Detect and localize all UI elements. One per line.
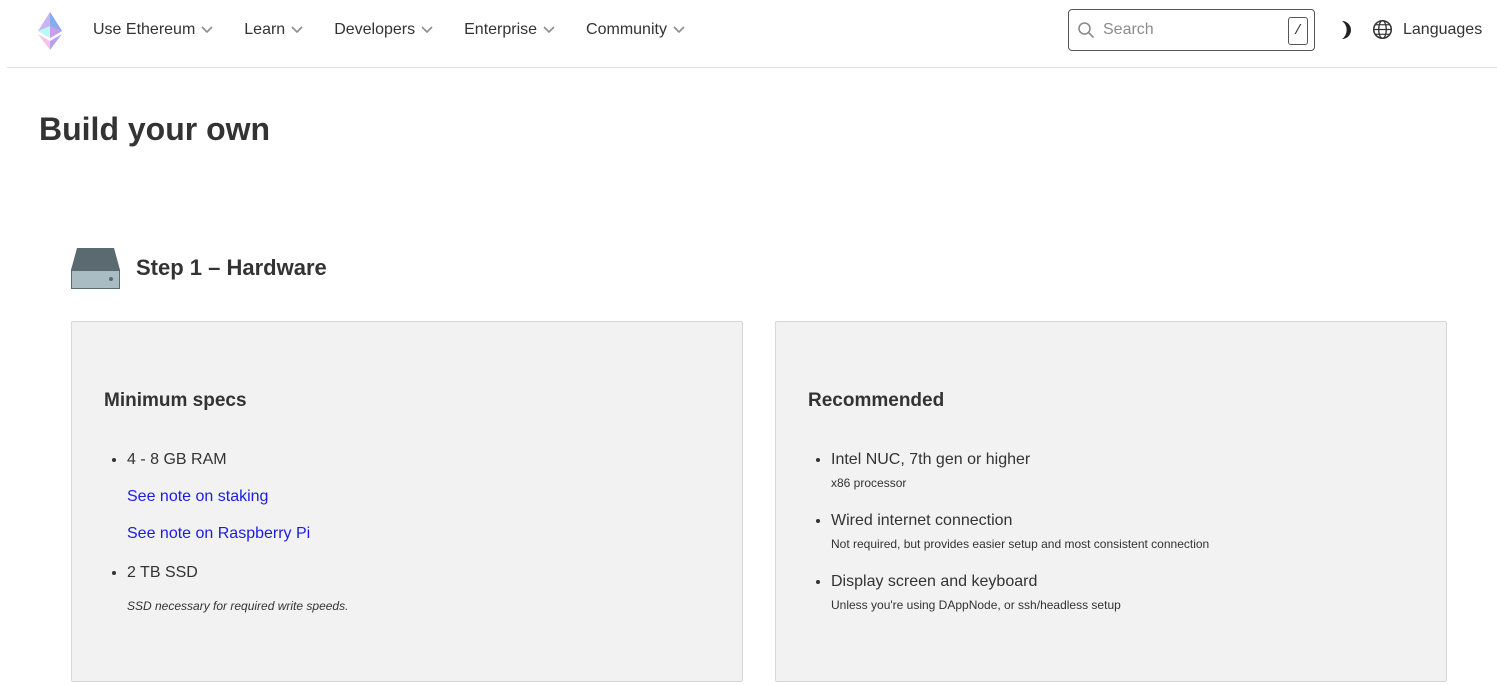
recommended-item-label: Intel NUC, 7th gen or higher — [831, 451, 1031, 468]
recommended-list: Intel NUC, 7th gen or higher x86 process… — [808, 448, 1209, 631]
main-nav: Use Ethereum Learn Developers Enterprise… — [93, 0, 716, 60]
step-header: Step 1 – Hardware — [71, 246, 327, 289]
minimum-specs-card: Minimum specs 4 - 8 GB RAM See note on s… — [71, 321, 743, 682]
nav-use-ethereum-label: Use Ethereum — [93, 21, 196, 38]
search-shortcut-key: / — [1288, 17, 1308, 45]
chevron-down-icon — [421, 26, 433, 34]
list-item: Display screen and keyboard Unless you'r… — [831, 570, 1209, 613]
top-navigation-bar: Use Ethereum Learn Developers Enterprise… — [7, 0, 1497, 68]
nav-enterprise[interactable]: Enterprise — [464, 21, 556, 39]
nav-developers[interactable]: Developers — [334, 21, 434, 39]
list-item: Wired internet connection Not required, … — [831, 509, 1209, 552]
nav-community[interactable]: Community — [586, 21, 686, 39]
search-input[interactable] — [1101, 20, 1281, 40]
chevron-down-icon — [201, 26, 213, 34]
list-item: Intel NUC, 7th gen or higher x86 process… — [831, 448, 1209, 491]
step-title: Step 1 – Hardware — [136, 254, 327, 280]
chevron-down-icon — [543, 26, 555, 34]
languages-button[interactable]: Languages — [1372, 19, 1482, 40]
page-title: Build your own — [39, 111, 271, 147]
moon-icon[interactable] — [1334, 19, 1356, 41]
ssd-note: SSD necessary for required write speeds. — [127, 599, 349, 613]
nav-use-ethereum[interactable]: Use Ethereum — [93, 21, 214, 39]
minimum-specs-heading: Minimum specs — [104, 390, 247, 411]
search-icon — [1078, 22, 1095, 39]
languages-label: Languages — [1403, 20, 1483, 38]
nav-learn-label: Learn — [244, 21, 286, 38]
nav-enterprise-label: Enterprise — [464, 21, 538, 38]
spec-ssd: 2 TB SSD — [127, 564, 198, 581]
nav-community-label: Community — [586, 21, 667, 38]
chevron-down-icon — [291, 26, 303, 34]
recommended-item-sub: x86 processor — [831, 476, 907, 490]
minimum-specs-list: 4 - 8 GB RAM See note on staking See not… — [104, 448, 348, 614]
search-box[interactable]: / — [1068, 9, 1315, 51]
hard-drive-icon — [71, 248, 120, 289]
spec-ram: 4 - 8 GB RAM — [127, 451, 227, 468]
recommended-item-sub: Unless you're using DAppNode, or ssh/hea… — [831, 598, 1121, 612]
ethereum-logo[interactable] — [38, 12, 62, 50]
list-item: 2 TB SSD SSD necessary for required writ… — [127, 561, 348, 614]
recommended-item-sub: Not required, but provides easier setup … — [831, 537, 1210, 551]
recommended-card: Recommended Intel NUC, 7th gen or higher… — [775, 321, 1447, 682]
nav-learn[interactable]: Learn — [244, 21, 304, 39]
list-item: 4 - 8 GB RAM See note on staking See not… — [127, 448, 348, 545]
staking-note-link[interactable]: See note on staking — [127, 486, 348, 508]
recommended-item-label: Wired internet connection — [831, 512, 1013, 529]
recommended-heading: Recommended — [808, 390, 945, 411]
recommended-item-label: Display screen and keyboard — [831, 573, 1038, 590]
raspberry-pi-note-link[interactable]: See note on Raspberry Pi — [127, 523, 348, 545]
chevron-down-icon — [673, 26, 685, 34]
globe-icon — [1372, 19, 1393, 40]
nav-developers-label: Developers — [334, 21, 416, 38]
